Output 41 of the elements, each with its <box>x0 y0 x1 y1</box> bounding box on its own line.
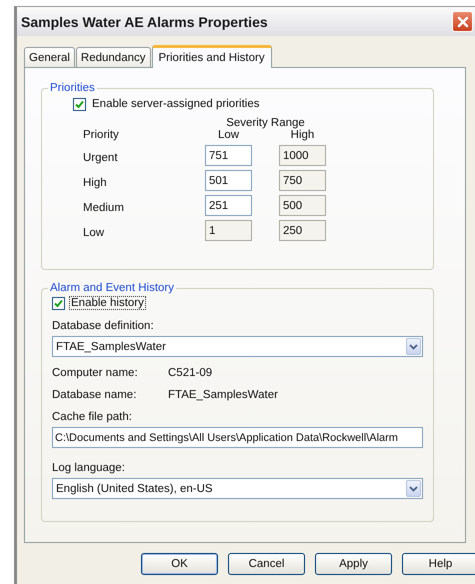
window-title: Samples Water AE Alarms Properties <box>21 14 268 30</box>
group-title: Priorities <box>49 82 96 94</box>
priority-label: High <box>83 176 108 188</box>
priority-label: Urgent <box>83 152 119 164</box>
checkbox[interactable] <box>52 296 65 310</box>
chevron-down-icon <box>409 486 418 492</box>
column-header: Low <box>218 129 240 141</box>
dropdown-button[interactable] <box>406 480 421 497</box>
checkbox-label[interactable]: Enable history <box>69 296 146 310</box>
tab[interactable]: General <box>24 47 75 67</box>
checkbox-label[interactable]: Enable server-assigned priorities <box>90 97 262 111</box>
database-select[interactable]: FTAE_SamplesWater <box>52 336 423 357</box>
field-label: Computer name: <box>52 367 139 379</box>
priority-label: Medium <box>83 202 125 214</box>
dropdown-button[interactable] <box>406 338 421 355</box>
close-button[interactable] <box>452 11 473 32</box>
field-value: FTAE_SamplesWater <box>168 389 278 401</box>
language-select[interactable]: English (United States), en-US <box>52 478 423 499</box>
path-field[interactable]: C:\Documents and Settings\All Users\Application Data\Rockwell\Alarm <box>52 427 423 448</box>
dialog-button[interactable]: Cancel <box>228 553 305 575</box>
field-label: Log language: <box>52 462 126 474</box>
field-label: Database name: <box>52 389 138 401</box>
priority-label: Low <box>83 226 106 238</box>
column-header: Severity Range <box>226 117 305 129</box>
checkbox[interactable] <box>73 98 86 110</box>
field-value: C521-09 <box>168 367 212 379</box>
close-icon <box>456 16 468 28</box>
low-field[interactable]: 751 <box>205 145 252 166</box>
tab[interactable]: Priorities and History <box>152 45 272 68</box>
column-header: High <box>290 129 314 141</box>
field-label: Database definition: <box>52 320 155 332</box>
low-field[interactable]: 251 <box>205 195 252 216</box>
tab[interactable]: Redundancy <box>76 47 150 67</box>
dialog-button[interactable]: Apply <box>315 553 392 575</box>
dialog-button[interactable]: Help <box>402 553 475 575</box>
dialog-button[interactable]: OK <box>141 553 218 575</box>
field-label: Cache file path: <box>52 411 133 423</box>
group-title: Alarm and Event History <box>49 282 175 294</box>
column-header: Priority <box>83 129 120 141</box>
chevron-down-icon <box>409 344 418 350</box>
low-field[interactable]: 501 <box>205 170 252 191</box>
